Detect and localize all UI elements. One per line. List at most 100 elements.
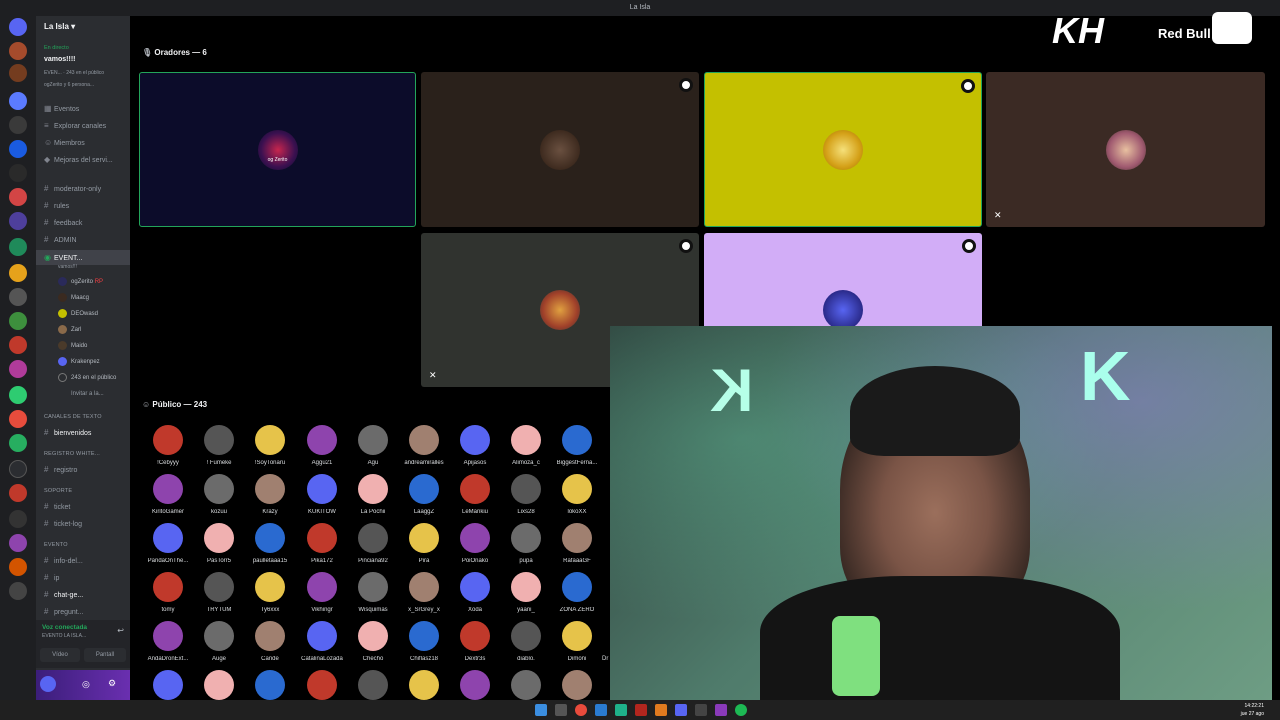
server-icon[interactable]: [9, 116, 27, 134]
disconnect-icon[interactable]: ↩: [117, 626, 124, 635]
app-icon[interactable]: [695, 704, 707, 716]
audience-member[interactable]: PasTorr5: [193, 523, 245, 571]
audience-member[interactable]: !SoyTonaru: [244, 425, 296, 473]
audience-member[interactable]: diablo.: [500, 621, 552, 669]
discord-icon[interactable]: [675, 704, 687, 716]
audience-member[interactable]: Vikhingr: [296, 572, 348, 620]
server-icon[interactable]: [9, 140, 27, 158]
server-icon[interactable]: [9, 534, 27, 552]
audience-member[interactable]: x_SrGrey_x: [398, 572, 450, 620]
speaker-tile[interactable]: ✕: [986, 72, 1265, 227]
channel-registro[interactable]: # registro: [36, 462, 130, 477]
nav-members[interactable]: ☺ Miembros: [36, 135, 130, 150]
audience-member[interactable]: Auge: [193, 621, 245, 669]
server-icon[interactable]: [9, 336, 27, 354]
server-icon[interactable]: [9, 460, 27, 478]
audience-member[interactable]: LaaggZ: [398, 474, 450, 522]
server-icon[interactable]: [9, 312, 27, 330]
explorer-icon[interactable]: [595, 704, 607, 716]
audience-member[interactable]: KiritoGamer: [142, 474, 194, 522]
speaker-tile[interactable]: og Zerito: [139, 72, 416, 227]
server-icon[interactable]: [9, 92, 27, 110]
channel-bienvenidos[interactable]: # bienvenidos: [36, 425, 130, 440]
server-icon[interactable]: [9, 264, 27, 282]
audience-member[interactable]: pupa: [500, 523, 552, 571]
app-icon[interactable]: [715, 704, 727, 716]
audience-member[interactable]: kozuu: [193, 474, 245, 522]
channel-ticket[interactable]: # ticket: [36, 499, 130, 514]
nav-browse-channels[interactable]: ≡ Explorar canales: [36, 118, 130, 133]
channel-chat-general[interactable]: # chat-ge...: [36, 587, 130, 602]
audience-member[interactable]: RafaaaGF: [551, 523, 603, 571]
nav-boosts[interactable]: ◆ Mejoras del servi...: [36, 152, 130, 167]
channel-info[interactable]: # info-del...: [36, 553, 130, 568]
audience-member[interactable]: Dextr3s: [449, 621, 501, 669]
audience-member[interactable]: yaani_: [500, 572, 552, 620]
audience-member[interactable]: AndaDronExt...: [142, 621, 194, 669]
home-icon[interactable]: [9, 18, 27, 36]
audience-member[interactable]: tomy: [142, 572, 194, 620]
audience-member[interactable]: ! Fumeke: [193, 425, 245, 473]
server-icon[interactable]: [9, 42, 27, 60]
audience-member[interactable]: Pira: [398, 523, 450, 571]
server-name[interactable]: La Isla ▾: [44, 22, 75, 31]
channel-preguntas[interactable]: # pregunt...: [36, 604, 130, 619]
server-icon[interactable]: [9, 386, 27, 404]
audience-member[interactable]: Agu: [347, 425, 399, 473]
audience-member[interactable]: Lixs28: [500, 474, 552, 522]
voice-user[interactable]: Maido: [58, 339, 87, 354]
speaker-tile[interactable]: [421, 72, 699, 227]
server-icon[interactable]: [9, 188, 27, 206]
channel-moderator-only[interactable]: # moderator-only: [36, 181, 130, 196]
server-icon[interactable]: [9, 212, 27, 230]
audience-member[interactable]: ZONA ZERO: [551, 572, 603, 620]
avatar[interactable]: [40, 676, 56, 692]
server-icon[interactable]: [9, 484, 27, 502]
screen-share-button[interactable]: Pantall: [84, 648, 126, 662]
server-icon[interactable]: [9, 64, 27, 82]
chrome-icon[interactable]: [575, 704, 587, 716]
voice-user[interactable]: DEOwasd: [58, 307, 98, 322]
audience-member[interactable]: Xoda: [449, 572, 501, 620]
audience-member[interactable]: TRYTUM: [193, 572, 245, 620]
audience-member[interactable]: paulletaaa15: [244, 523, 296, 571]
audience-member[interactable]: LeMankiu: [449, 474, 501, 522]
audience-member[interactable]: Wisquimas: [347, 572, 399, 620]
category-soporte[interactable]: SOPORTE: [44, 488, 72, 494]
category-text[interactable]: Canales de texto: [44, 414, 102, 420]
spotify-icon[interactable]: [735, 704, 747, 716]
server-icon[interactable]: [9, 360, 27, 378]
audience-member[interactable]: Apijasos: [449, 425, 501, 473]
audience-member[interactable]: Aggu21: [296, 425, 348, 473]
gear-icon[interactable]: ⚙: [108, 678, 116, 689]
server-icon[interactable]: [9, 288, 27, 306]
audience-member[interactable]: Pika172: [296, 523, 348, 571]
channel-admin[interactable]: # ADMIN: [36, 232, 130, 247]
audience-member[interactable]: Pinciana92: [347, 523, 399, 571]
app-icon[interactable]: [655, 704, 667, 716]
app-icon[interactable]: [635, 704, 647, 716]
audience-member[interactable]: La Pochii: [347, 474, 399, 522]
invite-link[interactable]: Invitar a la...: [58, 387, 104, 402]
audience-member[interactable]: lokoXX: [551, 474, 603, 522]
server-icon[interactable]: [9, 510, 27, 528]
search-icon[interactable]: [555, 704, 567, 716]
audience-member[interactable]: PandaOnThe...: [142, 523, 194, 571]
audience-member[interactable]: Cande: [244, 621, 296, 669]
stage-channel[interactable]: ◉ EVENT...: [36, 250, 130, 265]
audience-member[interactable]: CatalinaLozada: [296, 621, 348, 669]
server-icon[interactable]: [9, 238, 27, 256]
nav-events[interactable]: ▦ Eventos: [36, 101, 130, 116]
windows-start-icon[interactable]: [535, 704, 547, 716]
category-evento[interactable]: EVENTO: [44, 542, 68, 548]
audience-member[interactable]: Krazy: [244, 474, 296, 522]
server-icon[interactable]: [9, 434, 27, 452]
category-registro[interactable]: REGISTRO WHITE...: [44, 451, 100, 457]
channel-rules[interactable]: # rules: [36, 198, 130, 213]
server-icon[interactable]: [9, 164, 27, 182]
speaker-tile[interactable]: [704, 72, 982, 227]
headphones-icon[interactable]: ◎: [82, 679, 90, 690]
server-icon[interactable]: [9, 558, 27, 576]
audience-member[interactable]: PoiOnako: [449, 523, 501, 571]
audience-member[interactable]: andreamiralles: [398, 425, 450, 473]
